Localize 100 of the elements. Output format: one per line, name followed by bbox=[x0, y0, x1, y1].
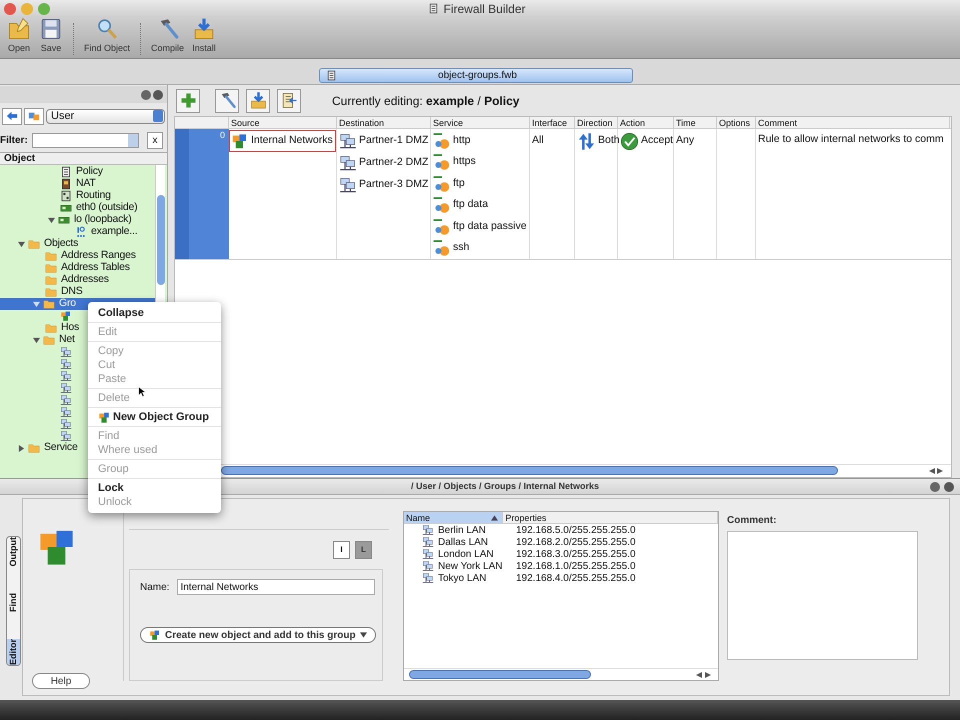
toolbar-button[interactable]: Compile bbox=[147, 16, 188, 55]
table-cell-text: All bbox=[531, 133, 545, 148]
rule-object[interactable]: ftp bbox=[431, 173, 529, 194]
service-icon bbox=[433, 239, 451, 258]
menu-item[interactable]: Lock bbox=[88, 481, 221, 495]
tree-item[interactable]: NAT bbox=[0, 178, 155, 190]
toolbar-button[interactable]: Find Object bbox=[80, 16, 134, 55]
service-icon bbox=[433, 174, 451, 193]
toolbar-button[interactable] bbox=[215, 88, 239, 112]
rule-object[interactable]: Partner-1 DMZ bbox=[337, 130, 430, 152]
expanded-arrow-icon[interactable] bbox=[48, 216, 56, 224]
rule-handle[interactable] bbox=[175, 129, 189, 259]
side-tab[interactable]: Output bbox=[7, 537, 20, 566]
create-object-button[interactable]: Create new object and add to this group bbox=[140, 627, 376, 643]
folder-icon bbox=[43, 298, 55, 310]
rule-object[interactable]: http bbox=[431, 130, 529, 152]
scrollbar-thumb[interactable] bbox=[409, 670, 591, 679]
comment-field[interactable] bbox=[727, 531, 918, 660]
scrollbar-thumb[interactable] bbox=[221, 466, 838, 475]
cubes-icon bbox=[98, 410, 111, 424]
window-control-icon[interactable] bbox=[4, 2, 16, 14]
column-header[interactable]: Comment bbox=[756, 117, 950, 128]
table-cell-text: New York LAN bbox=[438, 560, 502, 574]
tree-item[interactable]: DNS bbox=[0, 286, 155, 298]
toolbar-button[interactable]: Save bbox=[35, 16, 67, 55]
column-header[interactable]: Name bbox=[404, 512, 504, 523]
help-button[interactable]: Help bbox=[32, 673, 90, 689]
column-header[interactable]: Options bbox=[717, 117, 756, 128]
table-cell-text: 192.168.5.0/255.255.255.0 bbox=[516, 524, 636, 538]
computers-icon[interactable] bbox=[60, 370, 72, 382]
cubes-icon[interactable] bbox=[60, 310, 72, 322]
close-icon[interactable] bbox=[944, 482, 954, 492]
column-header[interactable]: Action bbox=[618, 117, 674, 128]
column-header[interactable]: Time bbox=[674, 117, 717, 128]
computers-icon bbox=[422, 560, 434, 572]
column-header[interactable]: Properties bbox=[503, 512, 718, 523]
rule-object[interactable]: Internal Networks bbox=[229, 130, 336, 152]
rule-object[interactable]: ftp data passive bbox=[431, 216, 529, 238]
table-cell-text: London LAN bbox=[438, 548, 494, 562]
menu-item[interactable]: New Object Group bbox=[88, 410, 221, 424]
side-tab[interactable]: Find bbox=[7, 593, 20, 612]
expanded-arrow-icon[interactable] bbox=[33, 336, 41, 344]
file-tab[interactable]: object-groups.fwb bbox=[319, 68, 633, 83]
computers-icon[interactable] bbox=[60, 382, 72, 394]
tree-item[interactable]: Objects bbox=[0, 238, 155, 250]
toolbar-button[interactable] bbox=[246, 88, 270, 112]
rule-object[interactable]: ssh bbox=[431, 238, 529, 259]
float-icon[interactable] bbox=[930, 482, 940, 492]
tree-item[interactable]: example... bbox=[0, 226, 155, 238]
rule-object[interactable]: Partner-2 DMZ bbox=[337, 152, 430, 174]
toolbar-button[interactable] bbox=[277, 88, 301, 112]
view-toggle-button[interactable]: I bbox=[333, 540, 350, 558]
cubes-icon bbox=[231, 132, 249, 150]
column-header[interactable]: Source bbox=[229, 117, 337, 128]
view-toggle-button[interactable]: L bbox=[355, 540, 372, 558]
computers-icon bbox=[422, 548, 434, 560]
tree-item[interactable]: lo (loopback) bbox=[0, 214, 155, 226]
column-header[interactable]: Service bbox=[431, 117, 530, 128]
float-icon[interactable] bbox=[141, 90, 151, 100]
plus-icon bbox=[178, 91, 198, 110]
tree-item[interactable]: eth0 (outside) bbox=[0, 202, 155, 214]
computers-icon[interactable] bbox=[60, 430, 72, 442]
computers-icon[interactable] bbox=[60, 406, 72, 418]
clear-button[interactable]: x bbox=[146, 132, 163, 148]
column-header[interactable]: Destination bbox=[337, 117, 431, 128]
side-tab[interactable]: Editor bbox=[7, 639, 20, 665]
filter-field[interactable] bbox=[32, 132, 139, 148]
expanded-arrow-icon[interactable] bbox=[18, 240, 26, 248]
rule-object[interactable]: https bbox=[431, 152, 529, 173]
tree-item[interactable]: Routing bbox=[0, 190, 155, 202]
close-icon[interactable] bbox=[153, 90, 163, 100]
network-card-icon bbox=[60, 202, 72, 214]
column-header[interactable]: Interface bbox=[530, 117, 575, 128]
computers-icon bbox=[422, 536, 434, 548]
tree-item[interactable]: Addresses bbox=[0, 274, 155, 286]
library-button[interactable] bbox=[24, 108, 44, 124]
column-header[interactable]: Direction bbox=[575, 117, 618, 128]
library-dropdown[interactable]: User bbox=[46, 108, 165, 124]
window-title: Firewall Builder bbox=[443, 0, 526, 18]
document-icon bbox=[60, 166, 72, 178]
expanded-arrow-icon[interactable] bbox=[33, 300, 41, 308]
toolbar-button[interactable]: Install bbox=[188, 16, 220, 55]
rule-object[interactable]: ftp data bbox=[431, 194, 529, 216]
collapsed-arrow-icon[interactable] bbox=[18, 444, 26, 452]
table-cell-text: Berlin LAN bbox=[438, 524, 486, 538]
service-icon bbox=[433, 132, 451, 150]
scrollbar-thumb[interactable] bbox=[156, 195, 164, 285]
computers-icon[interactable] bbox=[60, 346, 72, 358]
tree-item[interactable]: Address Ranges bbox=[0, 250, 155, 262]
computers-icon[interactable] bbox=[60, 358, 72, 370]
back-button[interactable] bbox=[2, 108, 22, 124]
tree-item[interactable]: Policy bbox=[0, 166, 155, 178]
name-field[interactable]: Internal Networks bbox=[177, 579, 376, 595]
tree-item[interactable]: Address Tables bbox=[0, 262, 155, 274]
rule-object[interactable]: Partner-3 DMZ bbox=[337, 174, 430, 196]
toolbar-button[interactable]: Open bbox=[3, 16, 35, 55]
computers-icon[interactable] bbox=[60, 418, 72, 430]
toolbar-button[interactable] bbox=[176, 88, 200, 112]
computers-icon[interactable] bbox=[60, 394, 72, 406]
computers-icon bbox=[339, 154, 357, 172]
